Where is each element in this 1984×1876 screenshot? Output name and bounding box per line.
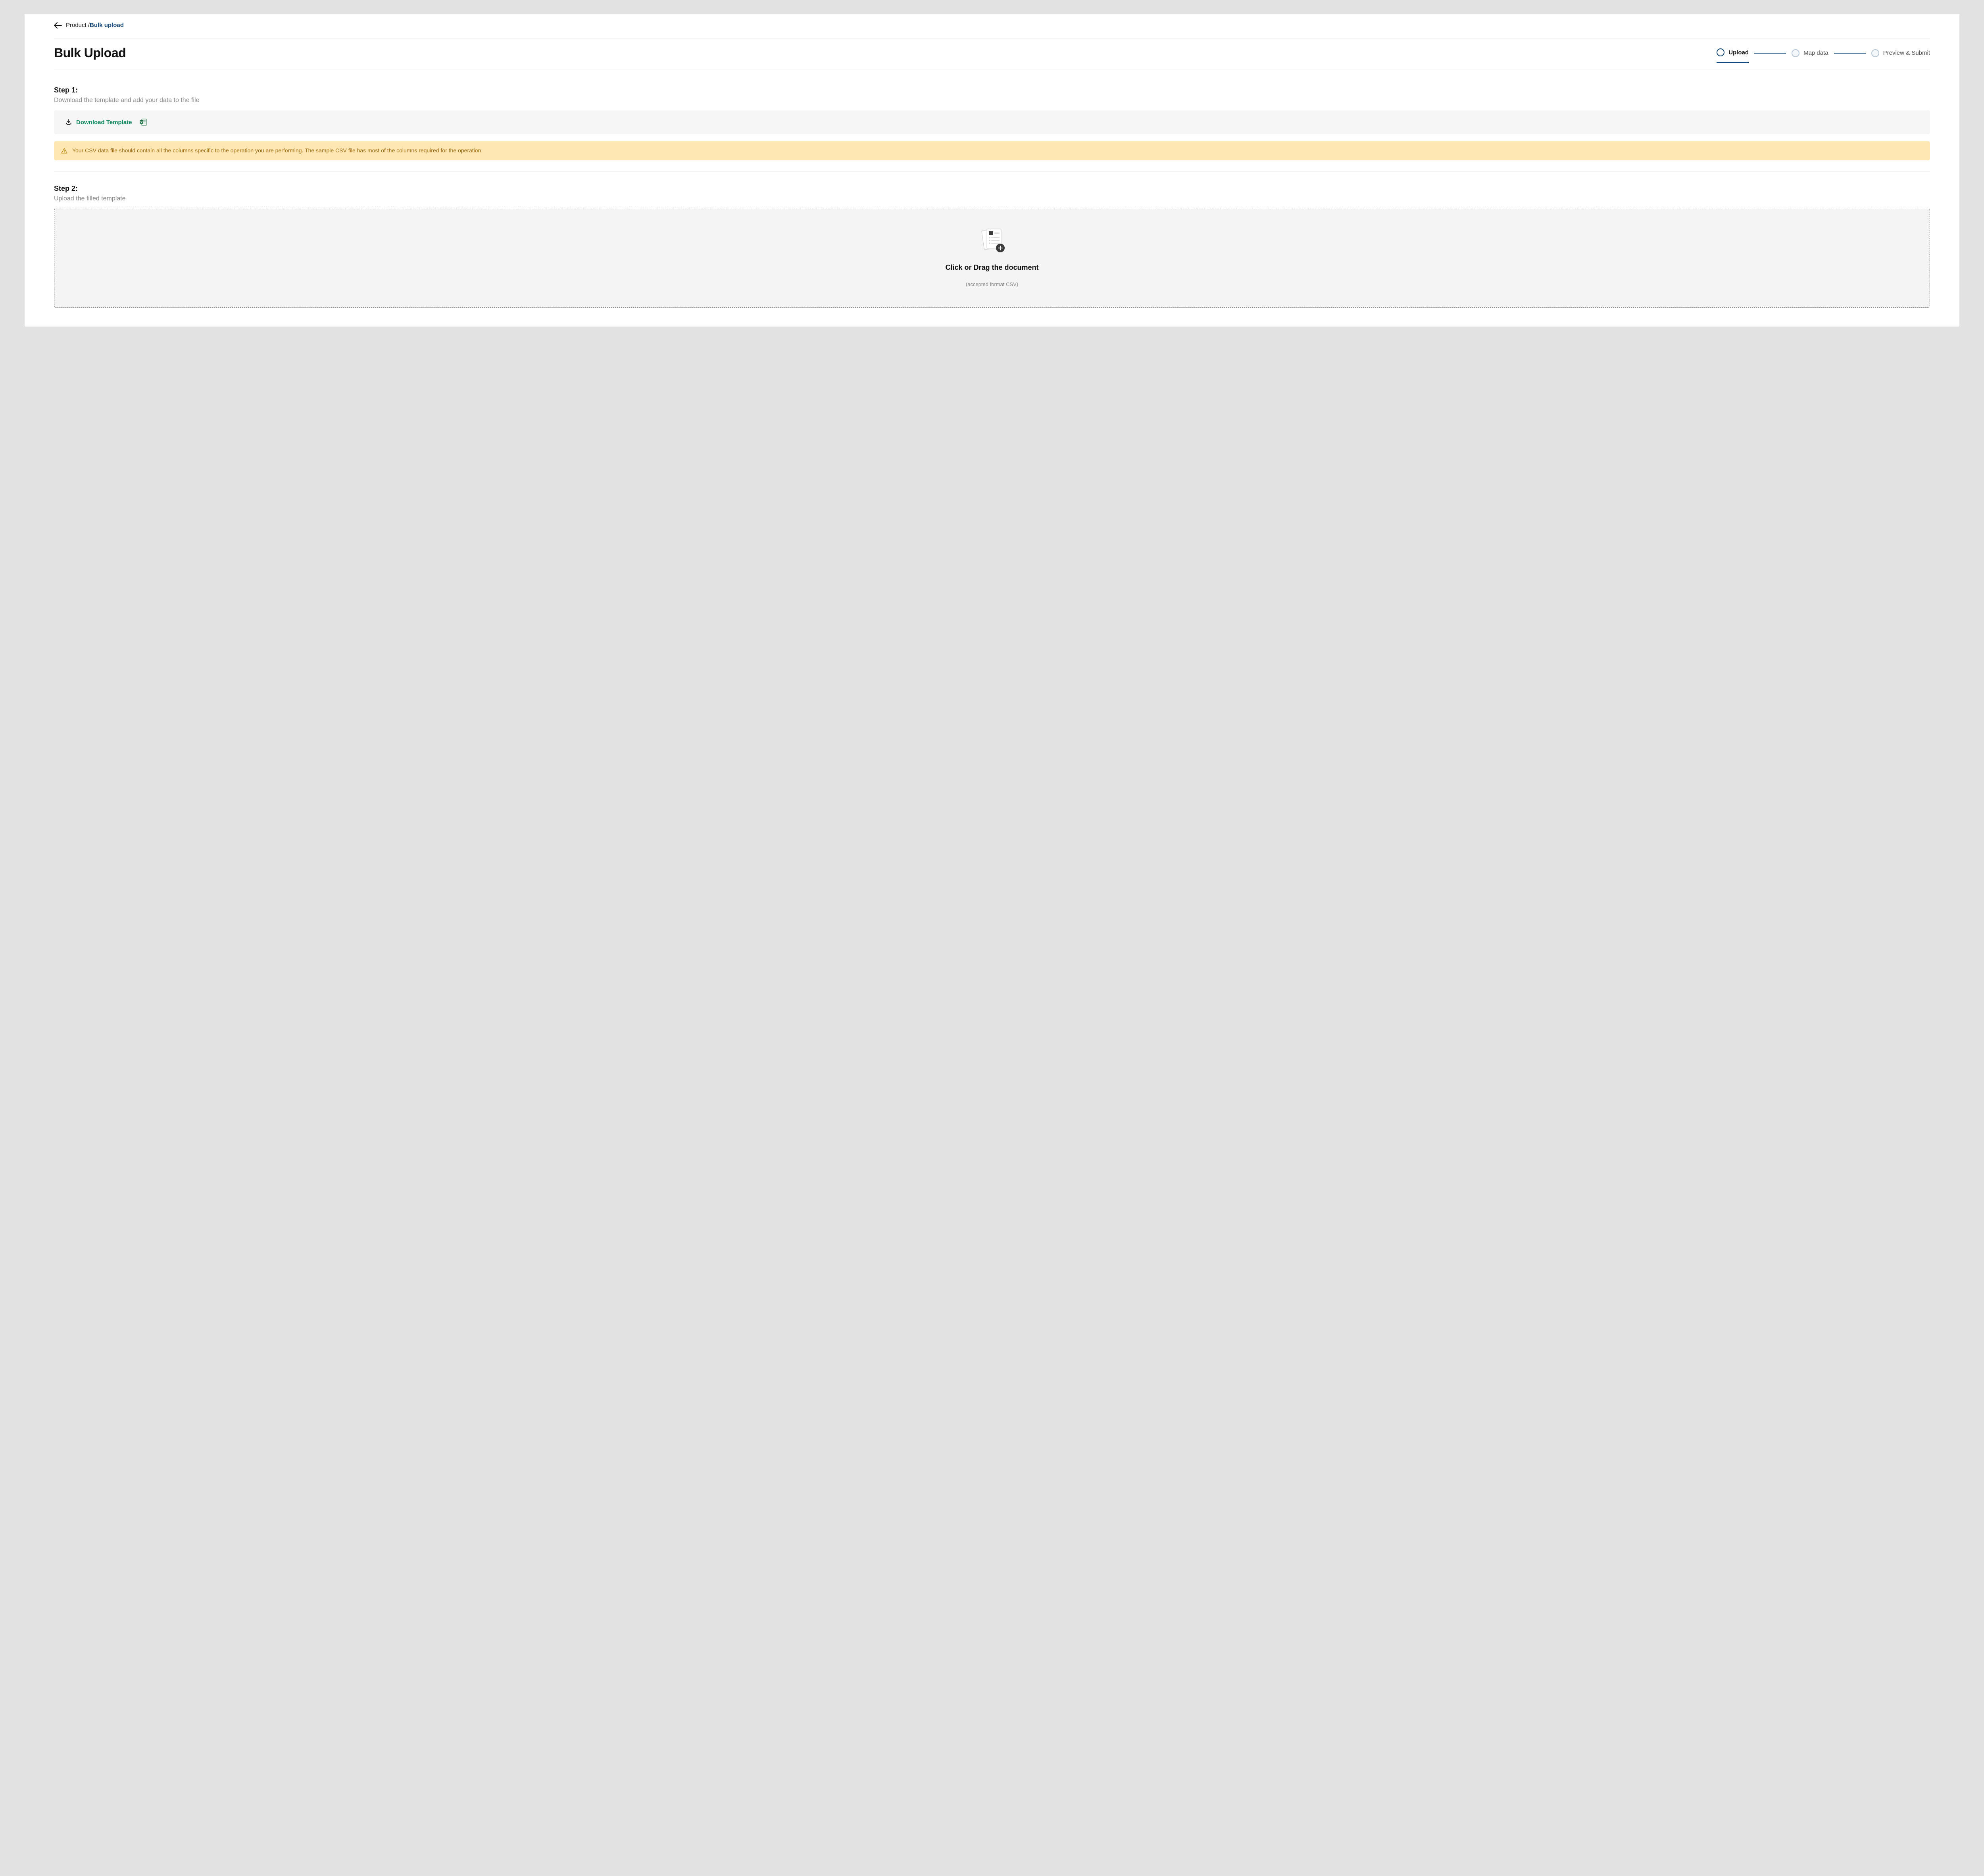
page-title: Bulk Upload bbox=[54, 46, 126, 60]
document-upload-icon bbox=[977, 225, 1007, 258]
step-label: Map data bbox=[1803, 50, 1828, 56]
divider bbox=[54, 171, 1930, 172]
excel-icon bbox=[139, 118, 147, 126]
warning-icon bbox=[61, 148, 67, 154]
file-dropzone[interactable]: Click or Drag the document (accepted for… bbox=[54, 209, 1930, 308]
step2-heading: Step 2: bbox=[54, 185, 1930, 193]
step1-sub: Download the template and add your data … bbox=[54, 97, 1930, 104]
download-template-box: Download Template bbox=[54, 110, 1930, 134]
stepper-step-map-data[interactable]: Map data bbox=[1792, 49, 1828, 57]
breadcrumb-parent[interactable]: Product / bbox=[66, 22, 90, 29]
breadcrumb-row: Product /Bulk upload bbox=[54, 22, 1930, 38]
step-label: Preview & Submit bbox=[1883, 50, 1930, 56]
step-label: Upload bbox=[1728, 49, 1749, 56]
step1-heading: Step 1: bbox=[54, 86, 1930, 94]
main-card: Product /Bulk upload Bulk Upload Upload … bbox=[25, 14, 1959, 327]
stepper-step-preview-submit[interactable]: Preview & Submit bbox=[1871, 49, 1930, 57]
download-template-label: Download Template bbox=[76, 119, 132, 126]
download-template-link[interactable]: Download Template bbox=[65, 119, 132, 126]
step1-section: Step 1: Download the template and add yo… bbox=[54, 69, 1930, 308]
stepper-step-upload[interactable]: Upload bbox=[1717, 48, 1749, 63]
warning-text: Your CSV data file should contain all th… bbox=[72, 147, 483, 155]
stepper: Upload Map data Preview & Submit bbox=[1717, 48, 1930, 58]
warning-box: Your CSV data file should contain all th… bbox=[54, 141, 1930, 160]
step-circle-icon bbox=[1871, 49, 1879, 57]
breadcrumb: Product /Bulk upload bbox=[66, 22, 124, 29]
dropzone-title: Click or Drag the document bbox=[62, 263, 1922, 272]
breadcrumb-current: Bulk upload bbox=[90, 22, 124, 29]
title-row: Bulk Upload Upload Map data Preview & Su… bbox=[54, 38, 1930, 69]
step-circle-icon bbox=[1717, 48, 1724, 56]
step2-sub: Upload the filled template bbox=[54, 195, 1930, 202]
step-connector bbox=[1754, 53, 1786, 54]
dropzone-sub: (accepted format CSV) bbox=[62, 281, 1922, 287]
back-arrow-icon[interactable] bbox=[54, 22, 62, 29]
step-circle-icon bbox=[1792, 49, 1799, 57]
download-icon bbox=[65, 119, 72, 126]
step-connector bbox=[1834, 53, 1866, 54]
